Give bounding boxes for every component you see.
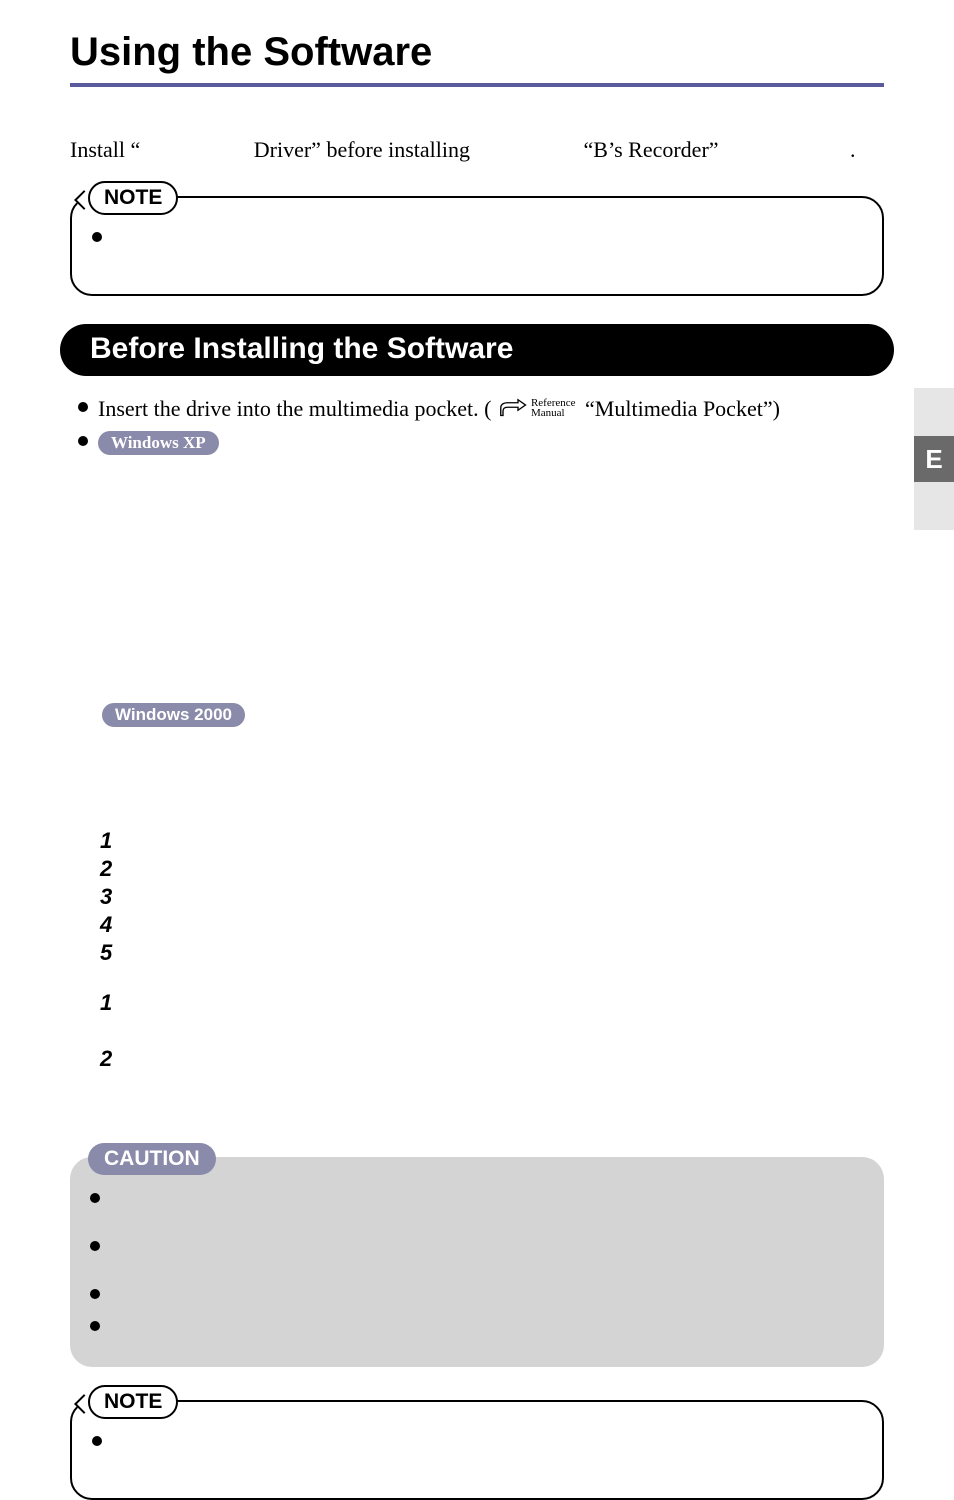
edge-tab: E	[914, 436, 954, 482]
step-b-2: 2	[100, 1045, 884, 1073]
main-bullet-2: Windows XP	[78, 428, 884, 581]
note-callout-2: NOTE	[70, 1385, 884, 1500]
main-bullet-list: Insert the drive into the multimedia poc…	[70, 394, 884, 581]
bullet-dot-icon	[78, 402, 88, 412]
step-a-2: 2	[100, 855, 884, 883]
caution-bullet-3	[90, 1281, 864, 1307]
main-bullet-1-text: Insert the drive into the multimedia poc…	[98, 394, 780, 422]
caution-callout: CAUTION	[70, 1143, 884, 1367]
hand-icon	[497, 397, 527, 419]
note-callout-1: NOTE	[70, 181, 884, 296]
bullet-dot-icon	[90, 1241, 100, 1251]
edge-tab-spacer-top	[914, 388, 954, 436]
step-a-1: 1	[100, 827, 884, 855]
os-tag-windows-2000: Windows 2000	[102, 703, 245, 727]
intro-text-2: Driver” before installing	[254, 137, 470, 162]
page-title: Using the Software	[70, 30, 884, 87]
edge-tab-letter: E	[925, 444, 942, 475]
intro-text-3: “B’s Recorder”	[584, 137, 719, 162]
intro-text-4: .	[850, 137, 856, 162]
os-tag-windows-2000-row: Windows 2000	[102, 703, 884, 727]
note-box-body-2	[70, 1400, 884, 1500]
caution-box-body	[70, 1157, 884, 1367]
bullet-dot-icon	[78, 436, 88, 446]
main-bullet-1: Insert the drive into the multimedia poc…	[78, 394, 884, 422]
note-label: NOTE	[88, 181, 178, 215]
bullet1-post: “Multimedia Pocket”)	[585, 396, 780, 421]
step-b-1: 1	[100, 989, 884, 1017]
bullet-dot-icon	[90, 1193, 100, 1203]
section-heading: Before Installing the Software	[60, 324, 894, 376]
caution-bullet-4	[90, 1313, 864, 1339]
steps-list-b: 1 2	[70, 989, 884, 1073]
step-a-5: 5	[100, 939, 884, 967]
note-label-2: NOTE	[88, 1385, 178, 1419]
intro-text-1: Install “	[70, 137, 140, 162]
caution-label: CAUTION	[88, 1143, 216, 1175]
note-bullet	[92, 224, 862, 242]
note2-bullet	[92, 1428, 862, 1446]
os-tag-windows-xp: Windows XP	[98, 431, 219, 455]
caution-bullet-1	[90, 1185, 864, 1227]
step-a-3: 3	[100, 883, 884, 911]
ref-bot: Manual	[531, 408, 576, 418]
bullet-dot-icon	[92, 1436, 102, 1446]
note-box-body	[70, 196, 884, 296]
edge-tab-spacer-bottom	[914, 482, 954, 530]
bullet-dot-icon	[90, 1289, 100, 1299]
bullet-dot-icon	[92, 232, 102, 242]
bullet1-pre: Insert the drive into the multimedia poc…	[98, 396, 491, 421]
steps-list-a: 1 2 3 4 5	[70, 827, 884, 967]
intro-paragraph: Install “ Driver” before installing “B’s…	[70, 137, 884, 163]
bullet-dot-icon	[90, 1321, 100, 1331]
caution-bullet-2	[90, 1233, 864, 1275]
reference-pointer-icon: Reference Manual	[497, 397, 580, 419]
step-a-4: 4	[100, 911, 884, 939]
